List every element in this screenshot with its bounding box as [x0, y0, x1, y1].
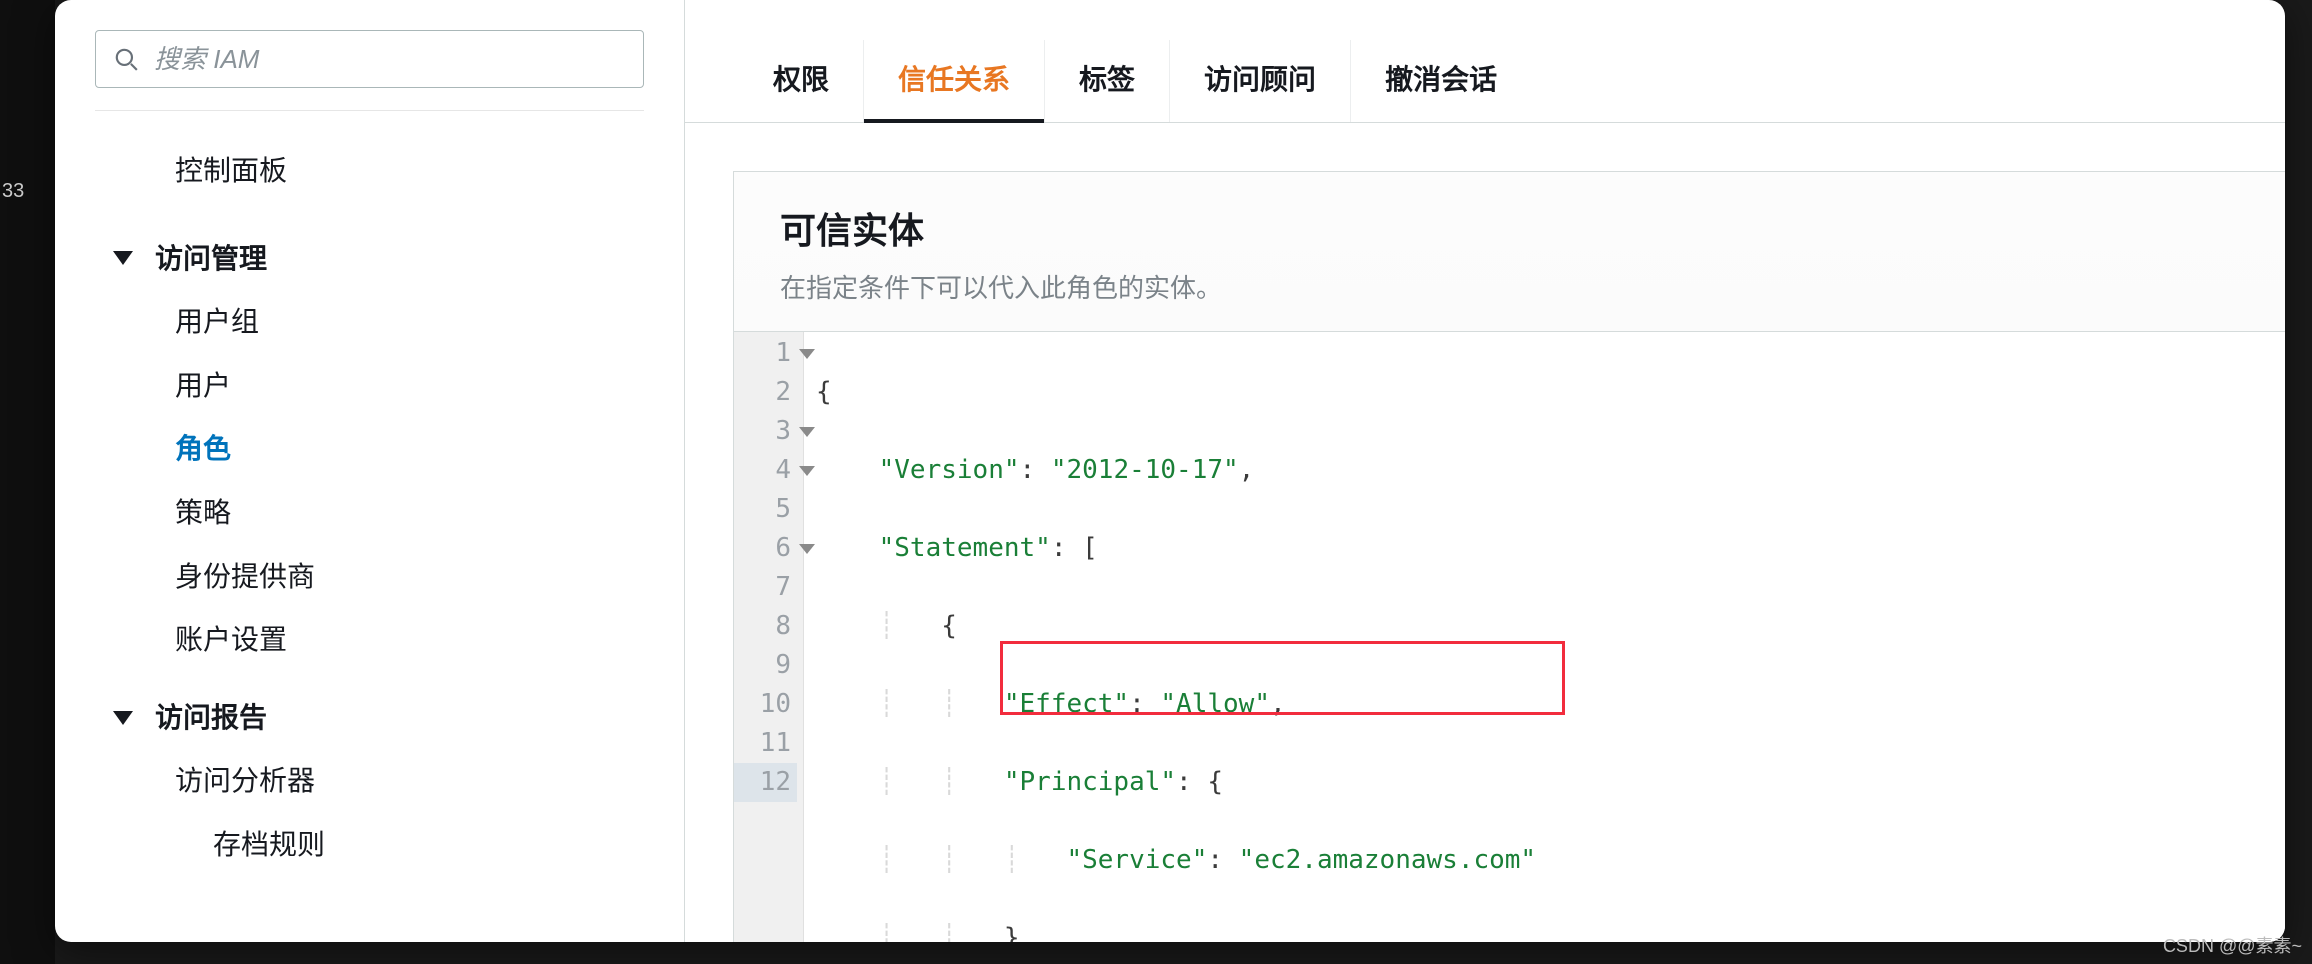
sidebar-item-identity-providers[interactable]: 身份提供商	[55, 545, 684, 609]
tab-access-advisor[interactable]: 访问顾问	[1170, 40, 1351, 122]
app-window: 控制面板 访问管理 用户组 用户 角色 策略 身份提供商 账户设置 访问报告 访…	[55, 0, 2285, 942]
code-token: "2012-10-17"	[1051, 455, 1239, 485]
outer-frame-left: 33	[0, 0, 55, 964]
panel-subtitle: 在指定条件下可以代入此角色的实体。	[780, 268, 2239, 305]
line-number: 11	[734, 724, 797, 763]
tab-label: 权限	[773, 64, 829, 95]
line-number: 4	[734, 451, 797, 490]
code-token: "Statement"	[879, 533, 1051, 563]
sidebar-item-account-settings[interactable]: 账户设置	[55, 608, 684, 672]
sidebar-item-label: 角色	[175, 433, 231, 464]
tab-label: 访问顾问	[1204, 64, 1316, 95]
code-token: "Service"	[1066, 845, 1207, 875]
tab-trust-relationships[interactable]: 信任关系	[864, 40, 1045, 122]
tab-label: 标签	[1079, 64, 1135, 95]
sidebar-item-user-groups[interactable]: 用户组	[55, 290, 684, 354]
search-container	[55, 30, 684, 110]
sidebar-header-label: 访问报告	[155, 702, 267, 733]
main-content: 权限 信任关系 标签 访问顾问 撤消会话 可信实体 在指定条件下可以代入此角色的…	[685, 0, 2285, 942]
trusted-entities-panel: 可信实体 在指定条件下可以代入此角色的实体。 1 2 3 4 5 6 7 8 9…	[733, 171, 2285, 942]
search-input[interactable]	[95, 30, 644, 88]
line-number-gutter: 1 2 3 4 5 6 7 8 9 10 11 12	[734, 332, 804, 942]
sidebar-divider	[95, 110, 644, 111]
code-area[interactable]: { "Version": "2012-10-17", "Statement": …	[804, 332, 1536, 942]
policy-json-editor[interactable]: 1 2 3 4 5 6 7 8 9 10 11 12 { "Version": …	[734, 332, 2285, 942]
code-token: "Allow"	[1160, 689, 1270, 719]
tab-label: 信任关系	[898, 64, 1010, 95]
line-number: 6	[734, 529, 797, 568]
frame-marker: 33	[0, 180, 55, 203]
tab-revoke-sessions[interactable]: 撤消会话	[1351, 40, 1531, 122]
caret-down-icon	[113, 251, 133, 265]
sidebar-item-label: 身份提供商	[175, 561, 315, 592]
sidebar-item-users[interactable]: 用户	[55, 354, 684, 418]
sidebar-item-label: 访问分析器	[175, 765, 315, 796]
sidebar-header-label: 访问管理	[155, 243, 267, 274]
tab-label: 撤消会话	[1385, 64, 1497, 95]
code-token: },	[1004, 923, 1035, 942]
sidebar-item-roles[interactable]: 角色	[55, 417, 684, 481]
tab-tags[interactable]: 标签	[1045, 40, 1170, 122]
sidebar-item-label: 策略	[175, 497, 231, 528]
sidebar-header-access-reports[interactable]: 访问报告	[55, 686, 684, 750]
line-number: 8	[734, 607, 797, 646]
caret-down-icon	[113, 711, 133, 725]
line-number: 7	[734, 568, 797, 607]
sidebar-item-dashboard[interactable]: 控制面板	[55, 139, 684, 203]
code-token: {	[941, 611, 957, 641]
code-token: "Effect"	[1004, 689, 1129, 719]
sidebar-item-access-analyzer[interactable]: 访问分析器	[55, 749, 684, 813]
sidebar-item-policies[interactable]: 策略	[55, 481, 684, 545]
line-number: 5	[734, 490, 797, 529]
sidebar: 控制面板 访问管理 用户组 用户 角色 策略 身份提供商 账户设置 访问报告 访…	[55, 0, 685, 942]
sidebar-item-label: 用户组	[175, 306, 259, 337]
sidebar-item-label: 用户	[175, 370, 231, 401]
panel-header: 可信实体 在指定条件下可以代入此角色的实体。	[734, 172, 2285, 332]
sidebar-item-label: 账户设置	[175, 624, 287, 655]
panel-title: 可信实体	[780, 202, 2239, 254]
search-icon	[113, 46, 139, 72]
sidebar-item-label: 存档规则	[213, 829, 325, 860]
tabs: 权限 信任关系 标签 访问顾问 撤消会话	[685, 0, 2285, 123]
line-number: 10	[734, 685, 797, 724]
sidebar-item-label: 控制面板	[175, 155, 287, 186]
line-number: 2	[734, 373, 797, 412]
search-box	[95, 30, 644, 88]
watermark: CSDN @@素素~	[2163, 932, 2302, 958]
sidebar-item-archive-rules[interactable]: 存档规则	[55, 813, 684, 877]
line-number: 12	[734, 763, 797, 802]
line-number: 3	[734, 412, 797, 451]
line-number: 1	[734, 334, 797, 373]
code-token: "ec2.amazonaws.com"	[1239, 845, 1536, 875]
sidebar-header-access-management[interactable]: 访问管理	[55, 227, 684, 291]
tab-permissions[interactable]: 权限	[739, 40, 864, 122]
code-token: "Principal"	[1004, 767, 1176, 797]
code-token: "Version"	[879, 455, 1020, 485]
sidebar-nav: 控制面板 访问管理 用户组 用户 角色 策略 身份提供商 账户设置 访问报告 访…	[55, 121, 684, 877]
line-number: 9	[734, 646, 797, 685]
code-token: {	[816, 377, 832, 407]
